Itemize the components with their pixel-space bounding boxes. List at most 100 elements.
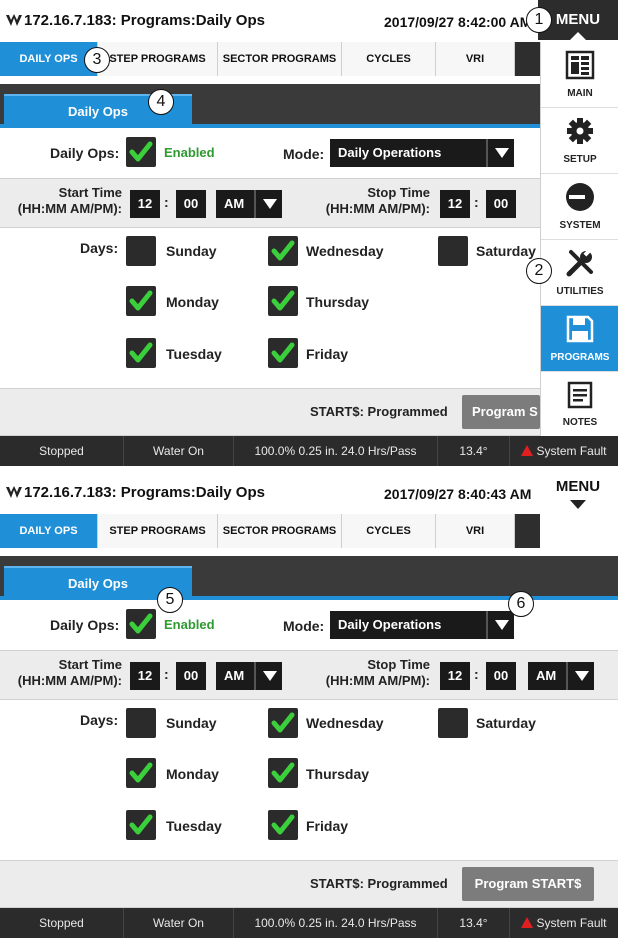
callout-4: 4	[148, 89, 174, 115]
day-checkbox-wednesday[interactable]	[268, 236, 298, 266]
menu-item-programs[interactable]: PROGRAMS	[541, 306, 618, 372]
tab-cycles[interactable]: CYCLES	[342, 42, 436, 76]
status-bar: Stopped Water On 100.0% 0.25 in. 24.0 Hr…	[0, 436, 618, 466]
day-label-monday: Monday	[166, 766, 219, 782]
day-checkbox-monday[interactable]	[126, 286, 156, 316]
menu-label-setup: SETUP	[563, 154, 597, 165]
menu-label-system: SYSTEM	[559, 220, 601, 231]
status-fault[interactable]: System Fault	[510, 908, 618, 938]
stop-minute-input[interactable]: 00	[486, 662, 516, 690]
menu-item-utilities[interactable]: UTILITIES	[541, 240, 618, 306]
tab-vri[interactable]: VRI	[436, 42, 515, 76]
mode-value: Daily Operations	[338, 145, 442, 160]
stop-time-title: Stop Time	[367, 185, 430, 200]
time-row: Start Time (HH:MM AM/PM): 12 : 00 AM Sto…	[0, 178, 618, 228]
day-checkbox-friday[interactable]	[268, 810, 298, 840]
daily-ops-row: Daily Ops: Enabled Mode: Daily Operation…	[0, 128, 618, 178]
logo-icon	[6, 486, 22, 498]
day-label-sunday: Sunday	[166, 243, 217, 259]
status-pivot: Stopped	[0, 908, 124, 938]
status-application: 100.0% 0.25 in. 24.0 Hrs/Pass	[234, 908, 438, 938]
stop-hour-input[interactable]: 12	[440, 190, 470, 218]
stop-hour-input[interactable]: 12	[440, 662, 470, 690]
tab-sector-programs[interactable]: SECTOR PROGRAMS	[218, 514, 342, 548]
day-checkbox-monday[interactable]	[126, 758, 156, 788]
days-label: Days:	[80, 712, 119, 728]
day-checkbox-sunday[interactable]	[126, 708, 156, 738]
tab-daily-ops[interactable]: DAILY OPS	[0, 514, 98, 548]
menu-item-main[interactable]: MAIN	[541, 42, 618, 108]
stop-minute-input[interactable]: 00	[486, 190, 516, 218]
menu-item-setup[interactable]: SETUP	[541, 108, 618, 174]
day-checkbox-wednesday[interactable]	[268, 708, 298, 738]
day-checkbox-tuesday[interactable]	[126, 810, 156, 840]
logo-icon	[6, 14, 22, 26]
mode-select[interactable]: Daily Operations	[330, 611, 514, 639]
program-tabs: DAILY OPS STEP PROGRAMS SECTOR PROGRAMS …	[0, 514, 540, 548]
day-checkbox-thursday[interactable]	[268, 286, 298, 316]
status-fault-label: System Fault	[536, 916, 607, 930]
check-icon	[129, 762, 153, 783]
stop-colon: :	[474, 194, 479, 210]
gear-icon	[567, 118, 593, 144]
callout-1: 1	[526, 7, 552, 33]
menu-item-system[interactable]: SYSTEM	[541, 174, 618, 240]
title-bar: 172.16.7.183: Programs:Daily Ops 2017/09…	[0, 472, 618, 512]
stop-ampm-select[interactable]: AM	[528, 662, 594, 690]
check-icon	[271, 342, 295, 363]
callout-3: 3	[84, 47, 110, 73]
check-icon	[271, 762, 295, 783]
day-checkbox-saturday[interactable]	[438, 708, 468, 738]
day-label-tuesday: Tuesday	[166, 346, 222, 362]
tab-step-programs[interactable]: STEP PROGRAMS	[98, 514, 218, 548]
mode-select[interactable]: Daily Operations	[330, 139, 514, 167]
main-panel-icon	[565, 50, 595, 80]
status-water: Water On	[124, 436, 234, 466]
day-checkbox-tuesday[interactable]	[126, 338, 156, 368]
menu-button[interactable]: MENU	[538, 472, 618, 512]
status-bar: Stopped Water On 100.0% 0.25 in. 24.0 Hr…	[0, 908, 618, 938]
daily-ops-checkbox[interactable]	[126, 609, 156, 639]
status-application: 100.0% 0.25 in. 24.0 Hrs/Pass	[234, 436, 438, 466]
dropdown-caret-icon	[566, 662, 594, 690]
day-checkbox-thursday[interactable]	[268, 758, 298, 788]
start-colon: :	[164, 194, 169, 210]
start-minute-input[interactable]: 00	[176, 190, 206, 218]
enabled-label: Enabled	[164, 617, 215, 632]
tab-step-programs[interactable]: STEP PROGRAMS	[98, 42, 218, 76]
status-pivot: Stopped	[0, 436, 124, 466]
tab-cycles[interactable]: CYCLES	[342, 514, 436, 548]
day-checkbox-friday[interactable]	[268, 338, 298, 368]
callout-6: 6	[508, 591, 534, 617]
start-hour-input[interactable]: 12	[130, 662, 160, 690]
menu-label-utilities: UTILITIES	[556, 286, 604, 297]
daily-ops-checkbox[interactable]	[126, 137, 156, 167]
check-icon	[129, 613, 153, 634]
start-ampm-value: AM	[224, 668, 245, 683]
stop-ampm-value: AM	[536, 668, 557, 683]
start-hour-input[interactable]: 12	[130, 190, 160, 218]
start-ampm-select[interactable]: AM	[216, 662, 282, 690]
day-label-thursday: Thursday	[306, 294, 370, 310]
day-checkbox-saturday[interactable]	[438, 236, 468, 266]
start-minute-input[interactable]: 00	[176, 662, 206, 690]
days-area: Days: Sunday Monday Tuesday Wednesday Th…	[0, 228, 618, 388]
day-checkbox-sunday[interactable]	[126, 236, 156, 266]
starts-row: START$: Programmed Program START$	[0, 860, 618, 908]
tab-sector-programs[interactable]: SECTOR PROGRAMS	[218, 42, 342, 76]
datetime: 2017/09/27 8:42:00 AM	[384, 14, 532, 30]
warning-icon	[521, 917, 534, 928]
tab-vri[interactable]: VRI	[436, 514, 515, 548]
start-colon: :	[164, 666, 169, 682]
program-starts-button[interactable]: Program START$	[462, 867, 594, 901]
side-menu: MAIN SETUP SYSTEM UTILITIES PROGRAMS NOT…	[540, 42, 618, 436]
start-ampm-select[interactable]: AM	[216, 190, 282, 218]
status-fault[interactable]: System Fault	[510, 436, 618, 466]
program-starts-button[interactable]: Program S	[462, 395, 540, 429]
stop-time-format: (HH:MM AM/PM):	[325, 201, 430, 216]
status-fault-label: System Fault	[536, 444, 607, 458]
dropdown-caret-icon	[254, 190, 282, 218]
menu-item-notes[interactable]: NOTES	[541, 372, 618, 436]
daily-ops-label: Daily Ops:	[50, 145, 120, 161]
day-label-friday: Friday	[306, 818, 349, 834]
